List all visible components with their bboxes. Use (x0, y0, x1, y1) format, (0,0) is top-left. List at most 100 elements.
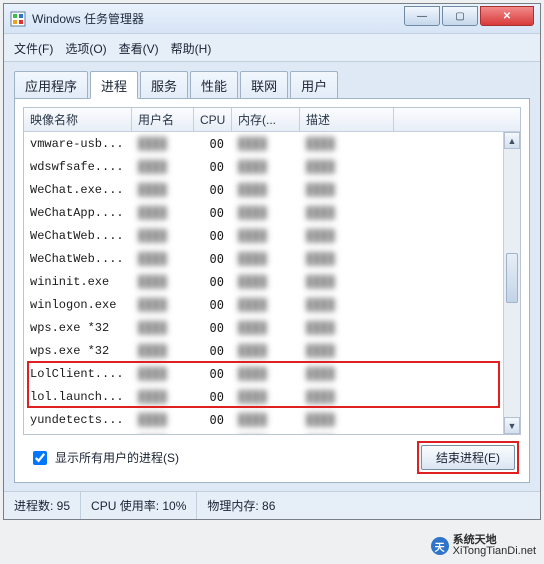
menu-file[interactable]: 文件(F) (14, 40, 53, 57)
process-list[interactable]: vmware-usb...████00████ ████ wdswfsafe..… (24, 132, 520, 434)
cell-user-name: ████ (132, 247, 194, 270)
maximize-button[interactable]: ▢ (442, 6, 478, 26)
tab-apps[interactable]: 应用程序 (14, 71, 88, 99)
scroll-up-button[interactable]: ▲ (504, 132, 520, 149)
menubar: 文件(F) 选项(O) 查看(V) 帮助(H) (4, 34, 540, 62)
cell-cpu: 00 (194, 385, 232, 408)
col-image-name[interactable]: 映像名称 (24, 108, 132, 131)
table-row[interactable]: ZhuDongFan...████00████ ████ (24, 431, 502, 434)
cell-user-name: ████ (132, 385, 194, 408)
cell-image-name: wdswfsafe.... (24, 155, 132, 178)
cell-memory: ████ (232, 431, 300, 434)
cell-cpu: 00 (194, 431, 232, 434)
cell-cpu: 00 (194, 362, 232, 385)
end-process-highlight: 结束进程(E) (421, 445, 515, 470)
cell-memory: ████ (232, 408, 300, 431)
tab-users[interactable]: 用户 (290, 71, 338, 99)
table-row[interactable]: WeChatWeb....████00████ ████ (24, 247, 502, 270)
col-description[interactable]: 描述 (300, 108, 394, 131)
status-cpu-usage: CPU 使用率: 10% (81, 492, 197, 519)
cell-image-name: WeChatWeb.... (24, 224, 132, 247)
col-user-name[interactable]: 用户名 (132, 108, 194, 131)
cell-cpu: 00 (194, 339, 232, 362)
tab-footer: 显示所有用户的进程(S) 结束进程(E) (23, 435, 521, 474)
cell-user-name: ████ (132, 178, 194, 201)
cell-memory: ████ (232, 339, 300, 362)
table-row[interactable]: wdswfsafe....████00████ ████ (24, 155, 502, 178)
cell-memory: ████ (232, 132, 300, 155)
cell-user-name: ████ (132, 270, 194, 293)
cell-image-name: WeChatApp.... (24, 201, 132, 224)
table-row[interactable]: wininit.exe████00████ ████ (24, 270, 502, 293)
cell-user-name: ████ (132, 132, 194, 155)
cell-memory: ████ (232, 178, 300, 201)
table-row[interactable]: lol.launch...████00████ ████ (24, 385, 502, 408)
table-row[interactable]: wps.exe *32████00████ ████ (24, 339, 502, 362)
cell-description: ████ (300, 316, 394, 339)
end-process-button[interactable]: 结束进程(E) (421, 445, 515, 470)
cell-cpu: 00 (194, 247, 232, 270)
watermark-logo-icon: 天 (431, 537, 449, 555)
tab-processes[interactable]: 进程 (90, 71, 138, 99)
minimize-button[interactable]: — (404, 6, 440, 26)
cell-description: ████ (300, 408, 394, 431)
cell-description: ████ (300, 201, 394, 224)
cell-description: ████ (300, 293, 394, 316)
cell-user-name: ████ (132, 431, 194, 434)
table-row[interactable]: yundetects...████00████ ████ (24, 408, 502, 431)
titlebar[interactable]: Windows 任务管理器 — ▢ ✕ (4, 4, 540, 34)
cell-user-name: ████ (132, 316, 194, 339)
show-all-users-input[interactable] (33, 451, 47, 465)
tab-services[interactable]: 服务 (140, 71, 188, 99)
cell-memory: ████ (232, 362, 300, 385)
tab-content-processes: 映像名称 用户名 CPU 内存(... 描述 vmware-usb...████… (14, 98, 530, 483)
process-table-header: 映像名称 用户名 CPU 内存(... 描述 (24, 108, 520, 132)
cell-memory: ████ (232, 224, 300, 247)
cell-description: ████ (300, 132, 394, 155)
vertical-scrollbar[interactable]: ▲ ▼ (503, 132, 520, 434)
watermark-text: 系统天地 XiTongTianDi.net (453, 535, 536, 558)
close-button[interactable]: ✕ (480, 6, 534, 26)
show-all-users-checkbox[interactable]: 显示所有用户的进程(S) (29, 448, 179, 468)
scroll-thumb[interactable] (506, 253, 518, 303)
cell-description: ████ (300, 224, 394, 247)
cell-description: ████ (300, 270, 394, 293)
process-table: 映像名称 用户名 CPU 内存(... 描述 vmware-usb...████… (23, 107, 521, 435)
table-row[interactable]: LolClient....████00████ ████ (24, 362, 502, 385)
cell-memory: ████ (232, 293, 300, 316)
window-title: Windows 任务管理器 (32, 10, 144, 27)
cell-user-name: ████ (132, 408, 194, 431)
col-memory[interactable]: 内存(... (232, 108, 300, 131)
cell-image-name: WeChatWeb.... (24, 247, 132, 270)
table-row[interactable]: vmware-usb...████00████ ████ (24, 132, 502, 155)
app-icon (10, 11, 26, 27)
show-all-users-label: 显示所有用户的进程(S) (55, 449, 179, 466)
tab-network[interactable]: 联网 (240, 71, 288, 99)
col-cpu[interactable]: CPU (194, 108, 232, 131)
table-row[interactable]: WeChat.exe...████00████ ████ (24, 178, 502, 201)
cell-description: ████ (300, 178, 394, 201)
cell-memory: ████ (232, 385, 300, 408)
menu-options[interactable]: 选项(O) (65, 40, 106, 57)
table-row[interactable]: WeChatWeb....████00████ ████ (24, 224, 502, 247)
cell-image-name: vmware-usb... (24, 132, 132, 155)
table-row[interactable]: WeChatApp....████00████ ████ (24, 201, 502, 224)
cell-image-name: lol.launch... (24, 385, 132, 408)
tab-performance[interactable]: 性能 (190, 71, 238, 99)
cell-user-name: ████ (132, 201, 194, 224)
cell-memory: ████ (232, 201, 300, 224)
menu-help[interactable]: 帮助(H) (171, 40, 212, 57)
tabstrip: 应用程序 进程 服务 性能 联网 用户 (4, 62, 540, 98)
cell-user-name: ████ (132, 155, 194, 178)
cell-user-name: ████ (132, 293, 194, 316)
cell-memory: ████ (232, 155, 300, 178)
scroll-down-button[interactable]: ▼ (504, 417, 520, 434)
table-row[interactable]: winlogon.exe████00████ ████ (24, 293, 502, 316)
cell-description: ████ (300, 431, 394, 434)
cell-image-name: wps.exe *32 (24, 316, 132, 339)
menu-view[interactable]: 查看(V) (119, 40, 159, 57)
cell-image-name: winlogon.exe (24, 293, 132, 316)
cell-cpu: 00 (194, 132, 232, 155)
cell-description: ████ (300, 247, 394, 270)
table-row[interactable]: wps.exe *32████00████ ████ (24, 316, 502, 339)
